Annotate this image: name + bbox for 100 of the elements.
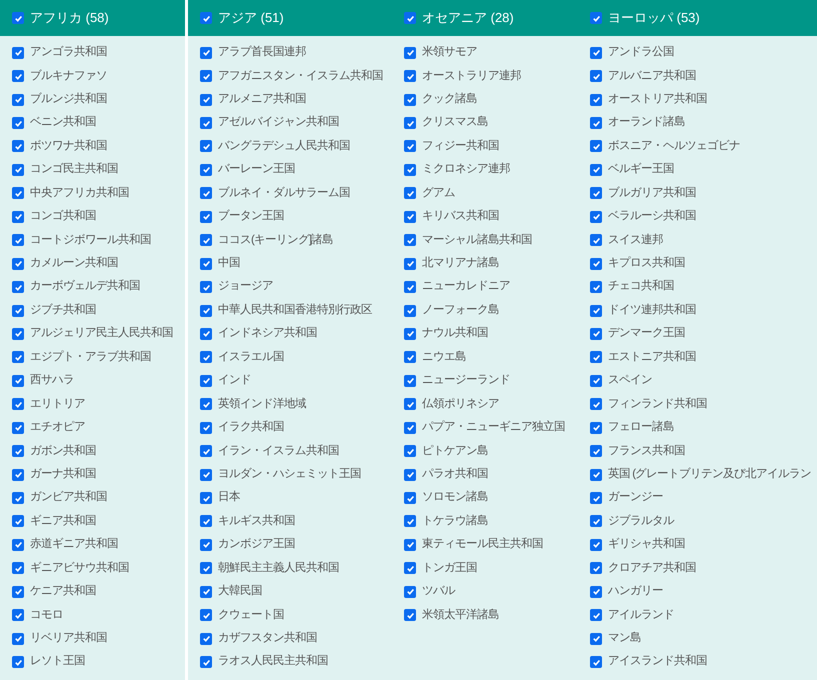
checkbox[interactable] — [590, 281, 602, 294]
checkbox[interactable] — [590, 492, 602, 504]
checkbox[interactable] — [200, 94, 212, 106]
checkbox[interactable] — [404, 609, 416, 622]
checkbox[interactable] — [200, 374, 212, 387]
checkbox[interactable] — [590, 656, 602, 668]
checkbox[interactable] — [590, 164, 602, 176]
checkbox[interactable] — [200, 12, 212, 24]
checkbox[interactable] — [590, 94, 602, 106]
checkbox[interactable] — [590, 12, 602, 24]
checkbox[interactable] — [590, 140, 602, 152]
checkbox[interactable] — [200, 304, 212, 317]
checkbox[interactable] — [200, 46, 212, 59]
checkbox[interactable] — [200, 422, 212, 434]
checkbox[interactable] — [590, 117, 602, 130]
checkbox[interactable] — [12, 46, 24, 59]
checkbox[interactable] — [12, 258, 24, 270]
checkbox[interactable] — [200, 258, 212, 270]
checkbox[interactable] — [200, 586, 212, 598]
checkbox[interactable] — [404, 187, 416, 200]
checkbox[interactable] — [12, 328, 24, 340]
checkbox[interactable] — [200, 187, 212, 200]
checkbox[interactable] — [200, 468, 212, 481]
checkbox[interactable] — [12, 70, 24, 82]
checkbox[interactable] — [590, 304, 602, 317]
checkbox[interactable] — [200, 492, 212, 504]
checkbox[interactable] — [12, 492, 24, 504]
checkbox[interactable] — [404, 422, 416, 434]
checkbox[interactable] — [404, 492, 416, 504]
checkbox[interactable] — [12, 210, 24, 223]
checkbox[interactable] — [12, 609, 24, 622]
checkbox[interactable] — [200, 398, 212, 410]
checkbox[interactable] — [590, 328, 602, 340]
checkbox[interactable] — [12, 234, 24, 246]
checkbox[interactable] — [590, 351, 602, 364]
checkbox[interactable] — [404, 398, 416, 410]
checkbox[interactable] — [590, 210, 602, 223]
checkbox[interactable] — [404, 258, 416, 270]
checkbox[interactable] — [200, 164, 212, 176]
checkbox[interactable] — [200, 609, 212, 622]
checkbox[interactable] — [590, 609, 602, 622]
checkbox[interactable] — [12, 562, 24, 574]
checkbox[interactable] — [404, 562, 416, 574]
checkbox[interactable] — [200, 515, 212, 528]
checkbox[interactable] — [200, 562, 212, 574]
checkbox[interactable] — [404, 281, 416, 294]
checkbox[interactable] — [12, 468, 24, 481]
checkbox[interactable] — [12, 515, 24, 528]
checkbox[interactable] — [590, 468, 602, 481]
checkbox[interactable] — [12, 12, 24, 24]
checkbox[interactable] — [12, 422, 24, 434]
checkbox[interactable] — [12, 351, 24, 364]
checkbox[interactable] — [200, 140, 212, 152]
checkbox[interactable] — [404, 468, 416, 481]
checkbox[interactable] — [590, 445, 602, 458]
checkbox[interactable] — [12, 632, 24, 645]
checkbox[interactable] — [12, 398, 24, 410]
checkbox[interactable] — [404, 328, 416, 340]
checkbox[interactable] — [200, 328, 212, 340]
checkbox[interactable] — [590, 632, 602, 645]
checkbox[interactable] — [404, 46, 416, 59]
checkbox[interactable] — [12, 304, 24, 317]
checkbox[interactable] — [590, 398, 602, 410]
checkbox[interactable] — [404, 304, 416, 317]
checkbox[interactable] — [12, 187, 24, 200]
checkbox[interactable] — [404, 164, 416, 176]
checkbox[interactable] — [590, 70, 602, 82]
checkbox[interactable] — [590, 422, 602, 434]
checkbox[interactable] — [404, 538, 416, 551]
checkbox[interactable] — [200, 70, 212, 82]
checkbox[interactable] — [404, 351, 416, 364]
checkbox[interactable] — [404, 117, 416, 130]
checkbox[interactable] — [200, 281, 212, 294]
checkbox[interactable] — [404, 586, 416, 598]
checkbox[interactable] — [12, 586, 24, 598]
checkbox[interactable] — [590, 538, 602, 551]
checkbox[interactable] — [12, 445, 24, 458]
checkbox[interactable] — [590, 586, 602, 598]
checkbox[interactable] — [200, 538, 212, 551]
checkbox[interactable] — [590, 515, 602, 528]
checkbox[interactable] — [404, 445, 416, 458]
checkbox[interactable] — [200, 210, 212, 223]
checkbox[interactable] — [404, 12, 416, 24]
checkbox[interactable] — [590, 46, 602, 59]
checkbox[interactable] — [12, 164, 24, 176]
checkbox[interactable] — [12, 117, 24, 130]
checkbox[interactable] — [590, 258, 602, 270]
checkbox[interactable] — [404, 234, 416, 246]
checkbox[interactable] — [200, 445, 212, 458]
checkbox[interactable] — [200, 234, 212, 246]
checkbox[interactable] — [404, 515, 416, 528]
checkbox[interactable] — [590, 562, 602, 574]
checkbox[interactable] — [12, 94, 24, 106]
checkbox[interactable] — [404, 210, 416, 223]
checkbox[interactable] — [404, 70, 416, 82]
checkbox[interactable] — [404, 140, 416, 152]
checkbox[interactable] — [590, 234, 602, 246]
checkbox[interactable] — [404, 374, 416, 387]
checkbox[interactable] — [404, 94, 416, 106]
checkbox[interactable] — [12, 374, 24, 387]
